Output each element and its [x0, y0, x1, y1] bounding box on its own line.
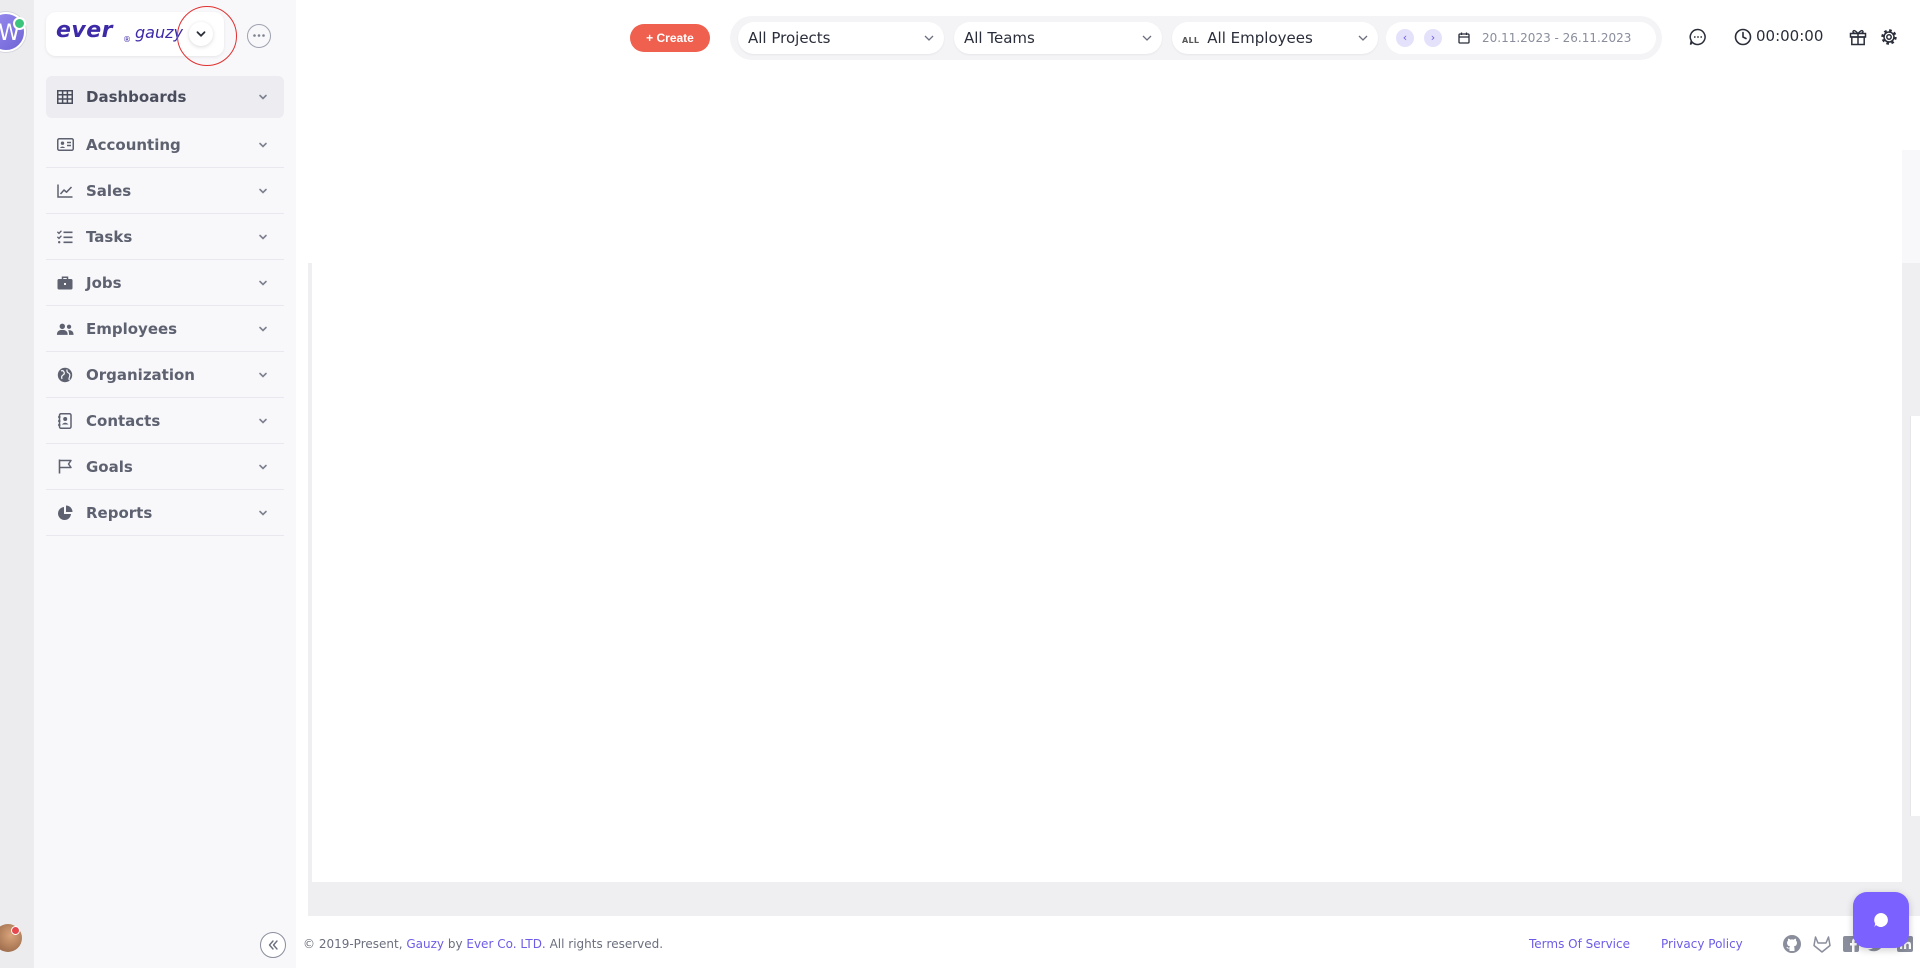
double-chevron-left-icon [268, 940, 278, 950]
chevron-down-icon [259, 280, 267, 286]
collapse-sidebar-button[interactable] [260, 932, 286, 958]
chevron-down-icon [259, 142, 267, 148]
next-week-button[interactable]: › [1424, 29, 1442, 47]
date-range-text: 20.11.2023 - 26.11.2023 [1482, 31, 1632, 45]
filter-bar: All Projects All Teams ALL All Employees … [730, 16, 1662, 60]
chevron-down-icon [259, 510, 267, 516]
highlight-ring [177, 6, 237, 66]
terms-of-service-link[interactable]: Terms Of Service [1529, 937, 1630, 951]
globe-icon [56, 366, 74, 384]
employees-select-value: All Employees [1207, 29, 1313, 47]
sidebar-item-label: Dashboards [86, 88, 187, 106]
company-link[interactable]: Ever Co. LTD. [466, 937, 545, 951]
chat-icon [1874, 913, 1888, 927]
chevron-down-icon [259, 464, 267, 470]
users-icon [56, 320, 74, 338]
gauzy-link[interactable]: Gauzy [406, 937, 444, 951]
projects-select[interactable]: All Projects [738, 22, 944, 54]
sidebar-item-contacts[interactable]: Contacts [46, 398, 284, 444]
user-notification-dot [11, 926, 20, 935]
line-chart-icon [56, 182, 74, 200]
copyright-prefix: © 2019-Present, [303, 937, 407, 951]
by-text: by [444, 937, 467, 951]
pie-chart-icon [56, 504, 74, 522]
projects-select-value: All Projects [748, 29, 831, 47]
support-chat-button[interactable] [1853, 892, 1909, 948]
sidebar-item-jobs[interactable]: Jobs [46, 260, 284, 306]
chevron-down-icon [259, 326, 267, 332]
chevron-down-icon [924, 35, 934, 41]
footer-copyright: © 2019-Present, Gauzy by Ever Co. LTD. A… [303, 937, 663, 951]
chevron-down-icon [259, 188, 267, 194]
sidebar-item-label: Organization [86, 365, 195, 384]
sidebar-item-label: Employees [86, 319, 178, 338]
clock-icon[interactable] [1734, 28, 1752, 46]
teams-select[interactable]: All Teams [954, 22, 1162, 54]
gitlab-icon[interactable] [1812, 934, 1832, 954]
logo-primary-text: ever [56, 18, 114, 43]
sidebar-item-label: Accounting [86, 135, 181, 154]
sidebar-item-dashboards[interactable]: Dashboards [46, 76, 284, 118]
gift-icon[interactable] [1849, 28, 1867, 46]
sidebar: ever ® gauzy Dashboards Accounting Sales… [34, 0, 296, 968]
previous-week-button[interactable]: ‹ [1396, 29, 1414, 47]
create-button[interactable]: + Create [630, 24, 710, 52]
timer-display[interactable]: 00:00:00 [1756, 27, 1823, 45]
flag-icon [56, 458, 74, 476]
main-content-card [312, 150, 1902, 882]
id-card-icon [56, 136, 74, 154]
chevron-down-icon [259, 372, 267, 378]
main-menu: Dashboards Accounting Sales Tasks Jobs E… [46, 76, 284, 536]
settings-gear-icon[interactable] [1880, 28, 1898, 46]
chevron-down-icon [1142, 35, 1152, 41]
date-range-picker[interactable]: ‹ › 20.11.2023 - 26.11.2023 [1386, 22, 1656, 54]
more-horizontal-icon [253, 34, 265, 37]
task-list-icon [56, 228, 74, 246]
sidebar-item-accounting[interactable]: Accounting [46, 122, 284, 168]
online-status-dot [13, 17, 26, 30]
logo-secondary-text: gauzy [135, 23, 183, 42]
sidebar-item-organization[interactable]: Organization [46, 352, 284, 398]
more-options-button[interactable] [247, 24, 271, 48]
rights-text: All rights reserved. [545, 937, 664, 951]
chevron-down-icon [259, 234, 267, 240]
employees-select[interactable]: ALL All Employees [1172, 22, 1378, 54]
sidebar-item-tasks[interactable]: Tasks [46, 214, 284, 260]
sidebar-item-label: Jobs [86, 273, 122, 292]
sidebar-item-label: Sales [86, 181, 132, 200]
right-gutter [1902, 150, 1920, 263]
sidebar-item-label: Contacts [86, 411, 161, 430]
briefcase-icon [56, 274, 74, 292]
sidebar-item-label: Goals [86, 457, 133, 476]
github-icon[interactable] [1782, 934, 1802, 954]
sidebar-item-label: Tasks [86, 227, 133, 246]
table-icon [56, 88, 74, 106]
sidebar-item-sales[interactable]: Sales [46, 168, 284, 214]
sidebar-item-label: Reports [86, 503, 153, 522]
calendar-icon [1458, 32, 1470, 44]
chevron-down-icon [1358, 35, 1368, 41]
privacy-policy-link[interactable]: Privacy Policy [1661, 937, 1743, 951]
all-employees-tag: ALL [1182, 36, 1200, 45]
contact-book-icon [56, 412, 74, 430]
workspace-rail [0, 0, 34, 968]
chevron-down-icon [259, 94, 267, 100]
chat-bubble-icon[interactable] [1689, 28, 1707, 46]
sidebar-item-reports[interactable]: Reports [46, 490, 284, 536]
sidebar-item-employees[interactable]: Employees [46, 306, 284, 352]
chevron-down-icon [259, 418, 267, 424]
teams-select-value: All Teams [964, 29, 1035, 47]
sidebar-item-goals[interactable]: Goals [46, 444, 284, 490]
right-side-panel-edge [1910, 416, 1920, 816]
logo-mark: ® [123, 35, 131, 44]
